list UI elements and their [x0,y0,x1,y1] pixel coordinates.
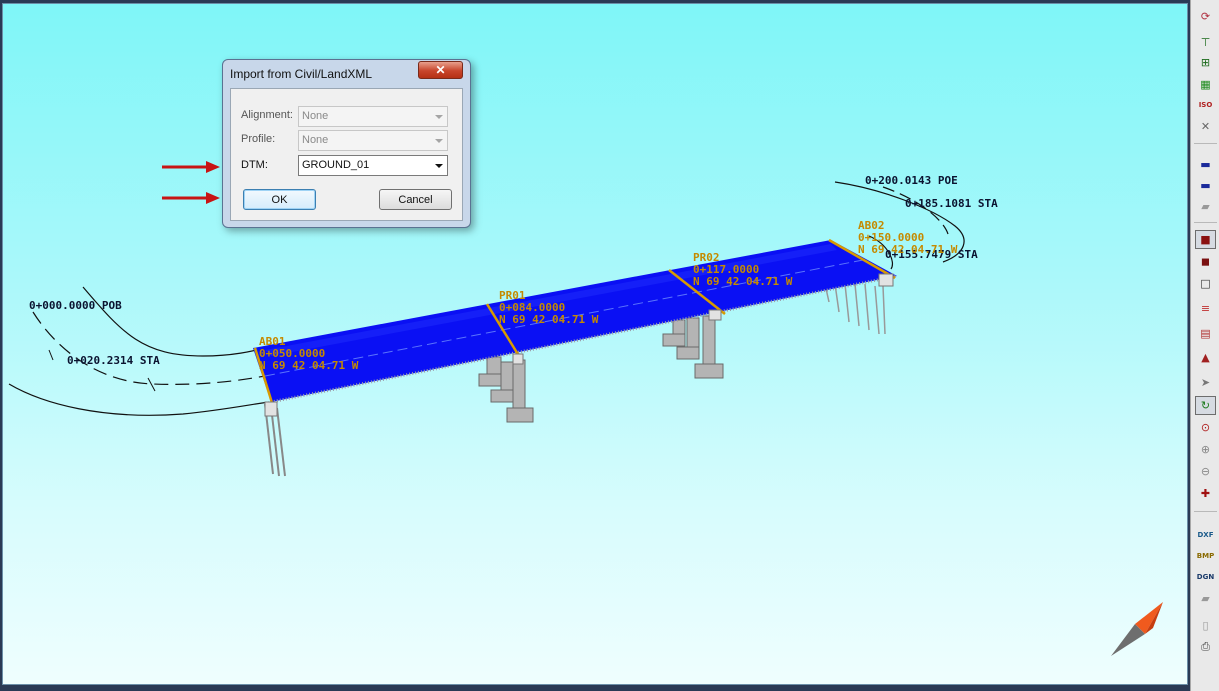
solid-shade-icon[interactable]: ◼ [1195,252,1216,271]
pan-icon[interactable]: ✚ [1195,484,1216,503]
alignment-end-center [882,186,949,235]
iso-obt-icon[interactable]: ISO [1195,96,1216,115]
print-icon[interactable]: ⎙ [1195,637,1216,656]
alignment-centerline [32,311,266,385]
dialog-body: Alignment: None Profile: None DTM: GROUN… [230,88,463,221]
station-label-sta1: 0+020.2314 STA [67,354,160,367]
export-bmp-icon[interactable]: BMP [1195,547,1216,566]
dtm-select[interactable]: GROUND_01 [298,155,448,176]
station-label-poe: 0+200.0143 POE [865,174,958,187]
support-label-ab02: AB02 0+150.0000 N 69 42 04.71 W [858,219,958,256]
svg-text:N 69 42 04.71 W: N 69 42 04.71 W [259,359,359,372]
hatch-icon[interactable]: ▤ [1195,324,1216,343]
ok-button[interactable]: OK [243,189,316,210]
print-preview-icon[interactable]: ▯ [1195,616,1216,635]
layers-icon[interactable]: ▦ [1195,75,1216,94]
import-landxml-dialog: Import from Civil/LandXML ✕ Alignment: N… [222,59,471,228]
deck-top-icon[interactable]: ▬ [1195,155,1216,174]
cancel-button[interactable]: Cancel [379,189,452,210]
alignment-left-edge [8,383,270,416]
chevron-down-icon [435,139,443,143]
station-label-sta2: 0+185.1081 STA [905,197,998,210]
alignment-right-edge [82,286,266,357]
bridge-model-canvas: 0+000.0000 POB 0+020.2314 STA 0+200.0143… [8,174,1163,656]
alignment-select[interactable]: None [298,106,448,127]
solid-box-icon[interactable]: ■ [1195,230,1216,249]
save-icon[interactable]: ▰ [1195,589,1216,608]
orbit-icon[interactable]: ⊙ [1195,418,1216,437]
pointer-icon[interactable]: ➤ [1195,373,1216,392]
3d-viewport[interactable]: 0+000.0000 POB 0+020.2314 STA 0+200.0143… [2,3,1188,685]
svg-text:N 69 42 04.71 W: N 69 42 04.71 W [499,313,599,326]
wireframe-box-icon[interactable]: □ [1195,274,1216,293]
pier-pr01 [478,356,534,423]
terrain-icon[interactable]: ▲ [1195,348,1216,367]
dtm-value: GROUND_01 [302,159,370,171]
pier-pr02 [662,315,724,379]
alignment-label: Alignment: [241,109,293,121]
deck-bottom-icon[interactable]: ▬ [1195,176,1216,195]
station-tick [147,377,156,392]
tree-select-icon[interactable]: ⊞ [1195,53,1216,72]
zoom-out-icon[interactable]: ⊖ [1195,462,1216,481]
svg-text:N 69 42 04.71 W: N 69 42 04.71 W [858,243,958,256]
close-button[interactable]: ✕ [418,61,463,79]
svg-text:N 69 42 04.71 W: N 69 42 04.71 W [693,275,793,288]
chevron-down-icon [435,115,443,119]
export-dxf-icon[interactable]: DXF [1195,526,1216,545]
profile-label: Profile: [241,133,276,145]
export-dgn-icon[interactable]: DGN [1195,568,1216,587]
spiral-tool-icon[interactable]: ⟳ [1195,7,1216,26]
profile-value: None [302,134,329,146]
dialog-title: Import from Civil/LandXML [230,67,373,81]
alignment-value: None [302,110,329,122]
deck-gray-icon[interactable]: ▰ [1195,197,1216,216]
tree-view-icon[interactable]: ⊤ [1195,33,1216,52]
color-bars-icon[interactable]: ≡ [1195,299,1216,318]
cross-close-icon[interactable]: ✕ [1195,117,1216,136]
chevron-down-icon [435,164,443,168]
north-arrow-icon [1111,602,1163,656]
zoom-in-icon[interactable]: ⊕ [1195,440,1216,459]
profile-select[interactable]: None [298,130,448,151]
station-label-pob: 0+000.0000 POB [29,299,122,312]
annotation-arrows [162,161,220,204]
station-tick [48,349,54,361]
rotate-icon[interactable]: ↻ [1195,396,1216,415]
right-toolbar: ⟳ ⊤ ⊞ ▦ ISO ✕ ▬ ▬ ▰ ■ ◼ □ ≡ ▤ ▲ ➤ ↻ ⊙ ⊕ … [1190,0,1219,691]
dtm-label: DTM: [241,159,268,171]
